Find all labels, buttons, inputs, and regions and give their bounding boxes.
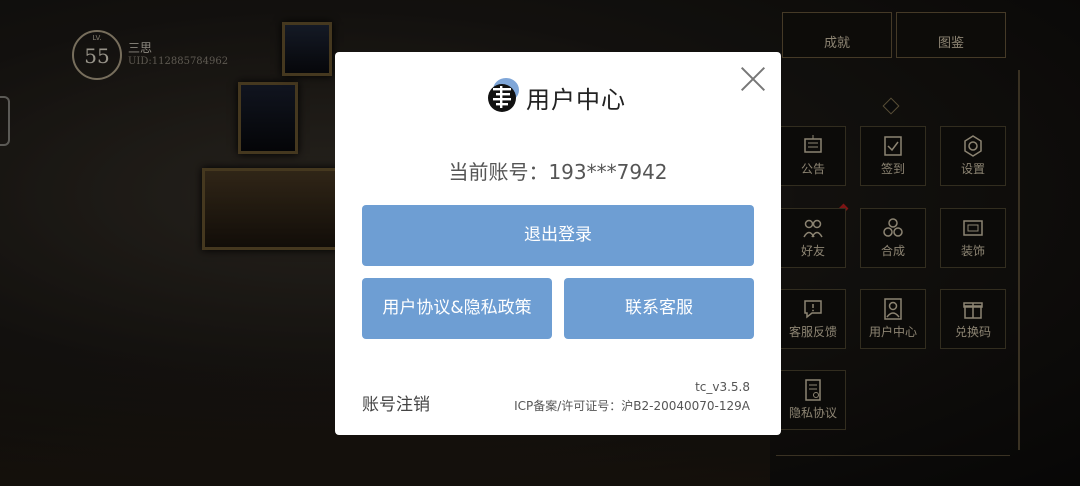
user-agreement-privacy-button[interactable]: 用户协议&隐私政策 [362, 278, 552, 339]
icp-license-text: ICP备案/许可证号：沪B2-20040070-129A [514, 399, 750, 413]
game-logo [488, 78, 519, 112]
close-icon[interactable] [738, 64, 768, 94]
contact-service-button[interactable]: 联系客服 [564, 278, 754, 339]
logout-button[interactable]: 退出登录 [362, 205, 754, 266]
version-text: tc_v3.5.8 [695, 380, 750, 394]
account-cancel-link[interactable]: 账号注销 [362, 390, 430, 415]
dialog-title: 用户中心 [526, 86, 626, 114]
current-account: 当前账号：193***7942 [448, 160, 668, 184]
